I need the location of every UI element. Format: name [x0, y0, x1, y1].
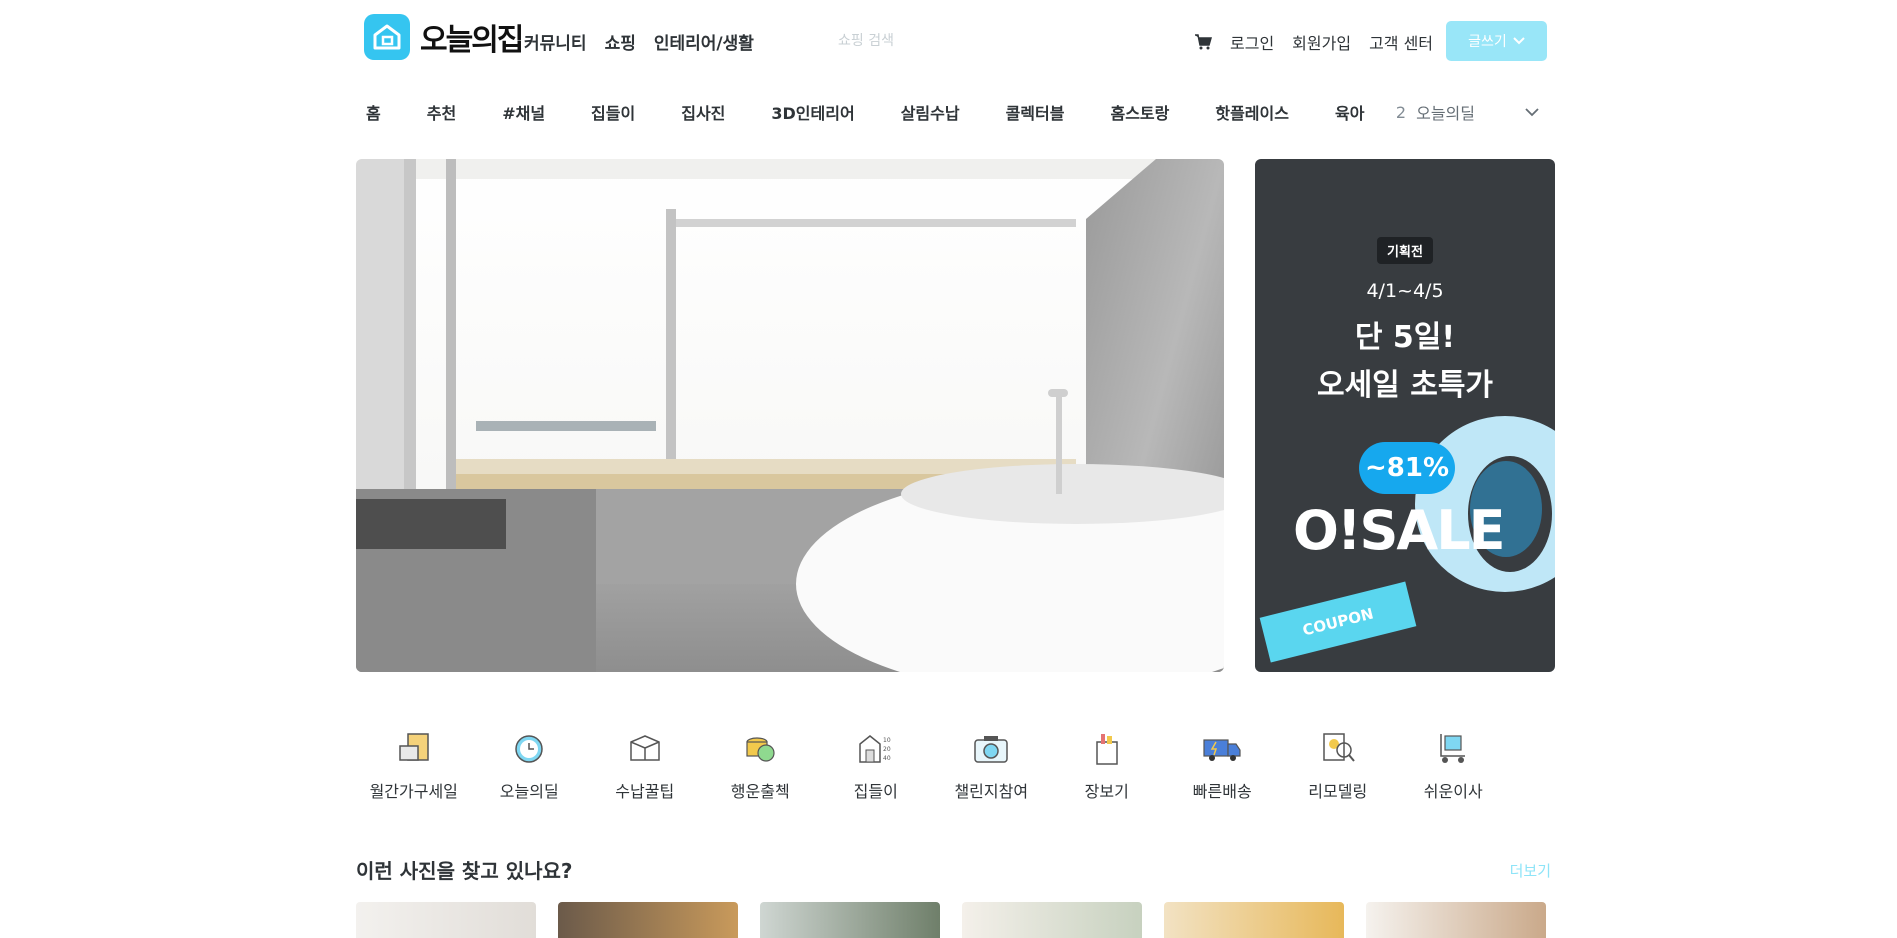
subnav-storage[interactable]: 살림수납	[891, 100, 960, 124]
write-button[interactable]: 글쓰기	[1446, 21, 1547, 61]
top-header: 오늘의집 커뮤니티 쇼핑 인테리어/생활 로그인 회원가입 고객 센터 글쓰기	[356, 0, 1551, 82]
search-box[interactable]	[836, 25, 1130, 57]
logo-text: 오늘의집	[420, 23, 524, 58]
category-item[interactable]: 쉬운이사	[1396, 730, 1512, 802]
moving-cart-icon	[1440, 734, 1466, 763]
category-item[interactable]: 챌린지참여	[934, 730, 1050, 802]
category-label: 장보기	[1084, 782, 1129, 801]
nav-interior[interactable]: 인테리어/생활	[654, 29, 754, 54]
category-item[interactable]: 장보기	[1049, 730, 1165, 802]
hero-image[interactable]	[356, 159, 1224, 672]
category-label: 행운출첵	[730, 782, 790, 801]
subnav-parenting[interactable]: 육아	[1325, 100, 1364, 124]
svg-text:20: 20	[883, 746, 891, 753]
write-button-label: 글쓰기	[1468, 34, 1507, 50]
subnav-recommend[interactable]: 추천	[417, 100, 456, 124]
more-link[interactable]: 더보기	[1510, 860, 1551, 881]
category-label: 리모델링	[1308, 782, 1368, 801]
cart-icon[interactable]	[1194, 33, 1212, 51]
photo-thumbnail[interactable]	[962, 902, 1142, 938]
storage-box-icon	[630, 735, 660, 761]
delivery-truck-icon	[1203, 739, 1241, 761]
sub-nav: 홈 추천 #채널 집들이 집사진 3D인테리어 살림수납 콜렉터블 홈스토랑 핫…	[356, 100, 1551, 136]
category-label: 쉬운이사	[1423, 782, 1483, 801]
main-nav: 커뮤니티 쇼핑 인테리어/생활	[524, 29, 754, 54]
camera-icon	[974, 736, 1008, 763]
signup-link[interactable]: 회원가입	[1292, 30, 1351, 54]
subnav-home[interactable]: 홈	[356, 100, 381, 124]
photo-thumbnail[interactable]	[760, 902, 940, 938]
keyword-text: 오늘의딜	[1416, 104, 1475, 123]
grocery-bag-icon	[1096, 734, 1118, 765]
chevron-down-icon[interactable]	[1525, 107, 1539, 117]
chevron-down-icon	[1513, 37, 1525, 45]
category-label: 월간가구세일	[369, 782, 458, 801]
house-floorplan-icon: 10 20 40	[859, 735, 891, 763]
subnav-channel[interactable]: #채널	[492, 100, 545, 124]
section-title: 이런 사진을 찾고 있나요?	[356, 859, 573, 883]
keyword-rank: 2	[1395, 102, 1407, 122]
svg-text:10: 10	[883, 737, 891, 744]
svg-text:40: 40	[883, 755, 891, 762]
remodeling-search-icon	[1323, 733, 1355, 762]
banner-title: 단 5일!	[1354, 320, 1456, 355]
category-item[interactable]: 오늘의딜	[472, 730, 588, 802]
discount-badge: ~81%	[1359, 442, 1455, 494]
furniture-box-icon	[399, 733, 429, 761]
login-link[interactable]: 로그인	[1230, 30, 1274, 54]
photo-thumbnail[interactable]	[558, 902, 738, 938]
photo-thumbnails	[356, 902, 1551, 938]
coupon-ticket: COUPON	[1259, 581, 1417, 663]
category-item[interactable]: 리모델링	[1280, 730, 1396, 802]
subnav-3d-interior[interactable]: 3D인테리어	[761, 100, 854, 124]
promo-banner[interactable]: 기획전 4/1~4/5 단 5일! 오세일 초특가 ~81% O!SALE CO…	[1255, 159, 1555, 672]
bathroom-photo	[356, 159, 1224, 672]
util-menu: 로그인 회원가입 고객 센터	[1194, 30, 1433, 54]
category-item[interactable]: 행운출첵	[703, 730, 819, 802]
live-keyword-ticker[interactable]: 2 오늘의딜	[1396, 100, 1539, 124]
osale-logo: O!SALE	[1293, 499, 1506, 562]
customer-center-link[interactable]: 고객 센터	[1369, 30, 1433, 54]
house-logo-icon	[364, 14, 410, 60]
photo-thumbnail[interactable]	[1366, 902, 1546, 938]
category-item[interactable]: 빠른배송	[1165, 730, 1281, 802]
logo[interactable]: 오늘의집	[364, 14, 524, 60]
subnav-homestaurant[interactable]: 홈스토랑	[1100, 100, 1169, 124]
category-item[interactable]: 수납꿀팁	[587, 730, 703, 802]
subnav-photos[interactable]: 집사진	[671, 100, 725, 124]
banner-tag: 기획전	[1377, 237, 1433, 264]
subnav-housewarming[interactable]: 집들이	[581, 100, 635, 124]
nav-shopping[interactable]: 쇼핑	[605, 29, 636, 54]
category-label: 수납꿀팁	[615, 782, 675, 801]
category-label: 집들이	[853, 782, 898, 801]
subnav-collectable[interactable]: 콜렉터블	[996, 100, 1065, 124]
banner-subtitle: 오세일 초특가	[1316, 368, 1494, 403]
category-item[interactable]: 10 20 40 집들이	[818, 730, 934, 802]
category-label: 챌린지참여	[954, 782, 1029, 801]
search-input[interactable]	[836, 25, 1130, 57]
coin-stack-icon	[746, 737, 775, 762]
banner-date: 4/1~4/5	[1366, 280, 1444, 302]
category-label: 빠른배송	[1192, 782, 1252, 801]
category-label: 오늘의딜	[499, 782, 559, 801]
nav-community[interactable]: 커뮤니티	[524, 29, 587, 54]
category-shortcuts: 월간가구세일 오늘의딜 수납꿀팁 행운출첵 10 20 40 집들이 챌린지참여 장…	[356, 730, 1551, 802]
subnav-hotplace[interactable]: 핫플레이스	[1205, 100, 1289, 124]
category-item[interactable]: 월간가구세일	[356, 730, 472, 802]
photo-thumbnail[interactable]	[1164, 902, 1344, 938]
photo-thumbnail[interactable]	[356, 902, 536, 938]
alarm-clock-icon	[515, 735, 543, 763]
